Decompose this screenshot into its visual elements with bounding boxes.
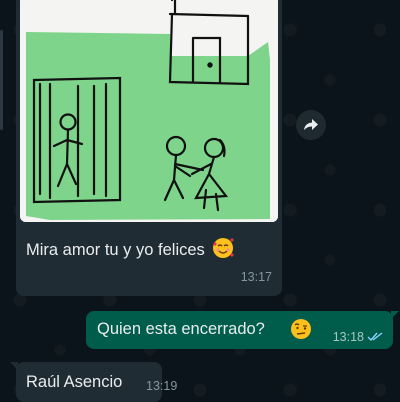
bubble-tail	[10, 362, 18, 370]
bubble-tail	[391, 311, 399, 319]
caption-text: Mira amor tu y yo felices	[26, 240, 205, 259]
forward-arrow-icon	[304, 119, 318, 130]
forward-button[interactable]	[296, 110, 326, 140]
shared-drawing-photo[interactable]	[20, 0, 278, 222]
adjacent-panel-edge	[0, 30, 3, 130]
smiling-face-with-hearts-icon	[211, 236, 235, 265]
message-caption: Mira amor tu y yo felices	[26, 236, 235, 265]
stick-figure-drawing	[20, 0, 278, 222]
face-with-raised-eyebrow-icon	[290, 318, 312, 345]
outgoing-text-message[interactable]: Quien esta encerrado? 13:18	[86, 311, 399, 349]
message-time: 13:19	[146, 379, 178, 393]
message-meta: 13:18	[333, 330, 383, 344]
read-ticks-icon	[367, 332, 383, 342]
message-time: 13:18	[332, 330, 364, 344]
message-text: Raúl Asencio	[26, 373, 123, 391]
incoming-text-message[interactable]: Raúl Asencio 13:19	[10, 362, 177, 402]
incoming-image-message[interactable]: Mira amor tu y yo felices 13:17	[16, 0, 282, 296]
message-time: 13:17	[240, 270, 272, 284]
message-text: Quien esta encerrado?	[97, 320, 265, 338]
